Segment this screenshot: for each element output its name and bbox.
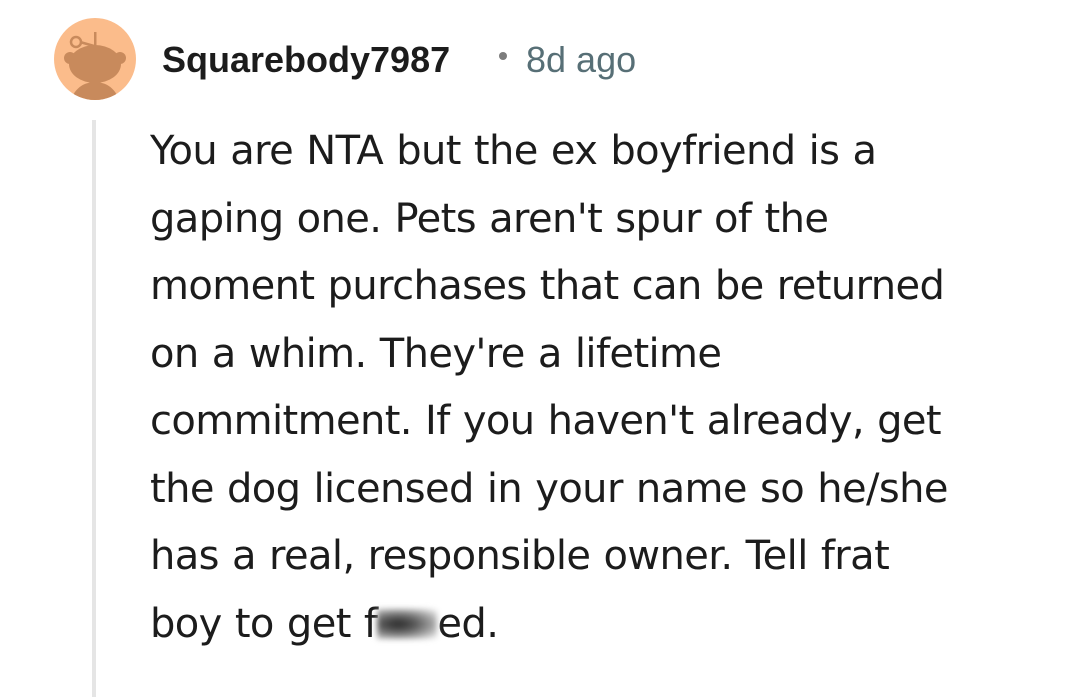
censor-blur-icon <box>377 608 438 639</box>
comment-line: gaping one. Pets aren't spur of the <box>150 195 829 242</box>
comment-line: the dog licensed in your name so he/she <box>150 465 949 512</box>
comment-line: on a whim. They're a lifetime <box>150 330 722 377</box>
comment-line: moment purchases that can be returned <box>150 263 945 309</box>
meta-separator-dot <box>499 52 507 60</box>
comment-line: has a real, responsible owner. Tell frat <box>150 533 890 579</box>
comment-text-before-censor: boy to get f <box>150 600 378 647</box>
avatar[interactable] <box>54 18 136 100</box>
comment-timestamp[interactable]: 8d ago <box>526 38 636 82</box>
thread-line[interactable] <box>92 120 96 697</box>
comment-text-after-censor: ed. <box>437 600 499 647</box>
comment-author[interactable]: Squarebody7987 <box>162 38 450 82</box>
comment-line: You are NTA but the ex boyfriend is a <box>150 128 877 174</box>
comment-body: You are NTA but the ex boyfriend is a ga… <box>150 118 1050 658</box>
comment-last-line: boy to get f ed. <box>150 591 1050 659</box>
comment-line: commitment. If you haven't already, get <box>150 398 942 444</box>
